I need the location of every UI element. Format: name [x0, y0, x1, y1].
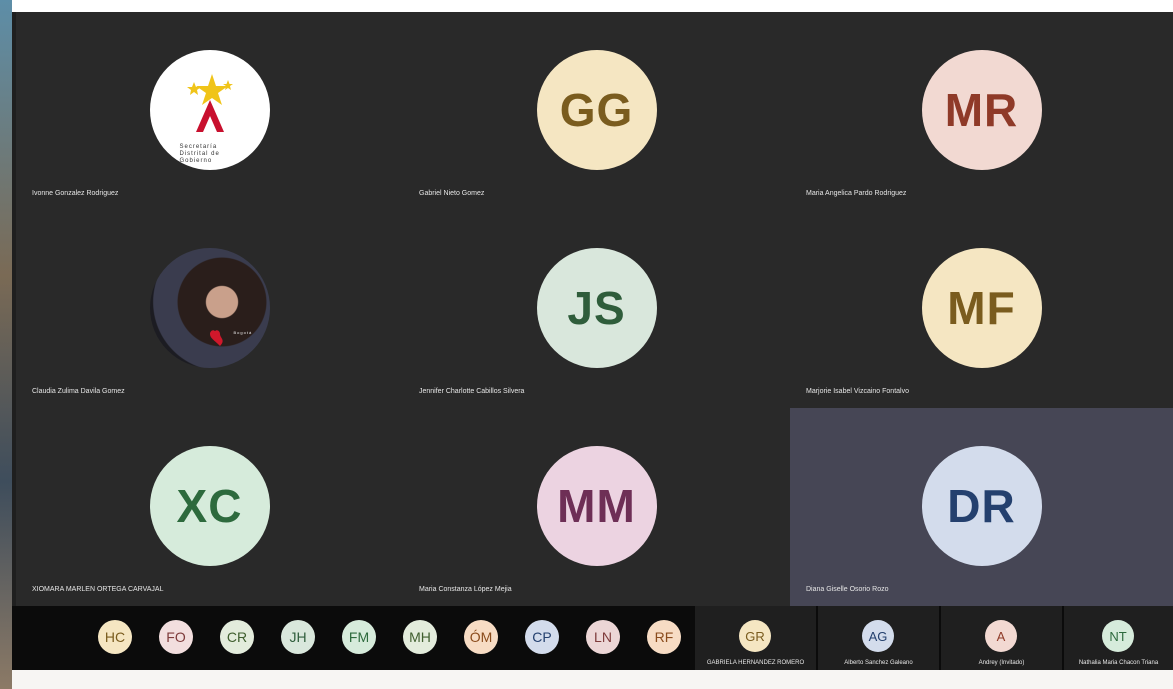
overflow-avatar[interactable]: FO: [159, 620, 193, 654]
thumbnail-avatar: A: [985, 620, 1017, 652]
participant-strip: HC FO CR JH FM MH ÓM CP LN RF GR GABRIEL…: [12, 606, 1173, 670]
overflow-avatar[interactable]: JH: [281, 620, 315, 654]
thumbnail-name: Alberto Sanchez Galeano: [844, 660, 913, 666]
overflow-avatar[interactable]: FM: [342, 620, 376, 654]
participant-name: Ivonne Gonzalez Rodriguez: [32, 190, 119, 197]
initials-avatar: DR: [921, 446, 1042, 566]
logo-caption: Secretaría Distrital de Gobierno: [179, 144, 220, 164]
participant-tile[interactable]: JS Jennifer Charlotte Cabillos Silvera: [403, 210, 790, 408]
organization-logo-avatar: Secretaría Distrital de Gobierno: [149, 50, 270, 170]
desktop-background-edge: [0, 0, 12, 689]
participant-name: Diana Giselle Osorio Rozo: [806, 586, 889, 593]
participant-thumbnail[interactable]: GR GABRIELA HERNANDEZ ROMERO: [695, 606, 816, 670]
thumbnail-name: Andrey (Invitado): [978, 660, 1025, 666]
initials-avatar: JS: [536, 248, 657, 368]
thumbnail-name: GABRIELA HERNANDEZ ROMERO: [706, 660, 805, 666]
thumbnail-avatar: GR: [739, 620, 771, 652]
thumbnail-name: Nathalia Maria Chacon Triana: [1078, 660, 1159, 666]
overflow-avatar[interactable]: RF: [647, 620, 681, 654]
participant-name: Maria Constanza López Mejia: [419, 586, 512, 593]
active-speaker-tile[interactable]: DR Diana Giselle Osorio Rozo: [790, 408, 1173, 606]
photo-heart-icon: [209, 330, 223, 346]
initials-avatar: XC: [149, 446, 270, 566]
participant-name: Marjorie Isabel Vizcaino Fontalvo: [806, 388, 909, 395]
participant-name: Maria Angelica Pardo Rodriguez: [806, 190, 907, 197]
participant-name: Claudia Zulima Davila Gomez: [32, 388, 125, 395]
thumbnail-avatar: AG: [862, 620, 894, 652]
overflow-avatar[interactable]: CP: [525, 620, 559, 654]
overflow-avatar[interactable]: LN: [586, 620, 620, 654]
participant-tile[interactable]: Secretaría Distrital de Gobierno Ivonne …: [16, 12, 403, 210]
participant-tile[interactable]: MF Marjorie Isabel Vizcaino Fontalvo: [790, 210, 1173, 408]
participant-tile[interactable]: MM Maria Constanza López Mejia: [403, 408, 790, 606]
overflow-avatar[interactable]: CR: [220, 620, 254, 654]
video-grid: Secretaría Distrital de Gobierno Ivonne …: [12, 12, 1173, 606]
initials-avatar: MR: [921, 50, 1042, 170]
window-bottom-edge: [12, 670, 1173, 689]
participant-tile[interactable]: XC XIOMARA MARLEN ORTEGA CARVAJAL: [16, 408, 403, 606]
initials-avatar: MM: [536, 446, 657, 566]
participant-name: Jennifer Charlotte Cabillos Silvera: [419, 388, 525, 395]
thumbnail-avatar: NT: [1102, 620, 1134, 652]
participant-thumbnail[interactable]: NT Nathalia Maria Chacon Triana: [1064, 606, 1173, 670]
participant-tile[interactable]: Bogotá Claudia Zulima Davila Gomez: [16, 210, 403, 408]
photo-caption: Bogotá: [233, 330, 253, 335]
participant-name: XIOMARA MARLEN ORTEGA CARVAJAL: [32, 586, 164, 593]
participant-tile[interactable]: MR Maria Angelica Pardo Rodriguez: [790, 12, 1173, 210]
initials-avatar: GG: [536, 50, 657, 170]
window-top-edge: [12, 0, 1173, 12]
profile-photo-avatar: Bogotá: [149, 248, 270, 368]
participant-thumbnail[interactable]: A Andrey (Invitado): [941, 606, 1062, 670]
participant-thumbnail[interactable]: AG Alberto Sanchez Galeano: [818, 606, 939, 670]
initials-avatar: MF: [921, 248, 1042, 368]
participant-name: Gabriel Nieto Gomez: [419, 190, 485, 197]
overflow-avatar[interactable]: HC: [98, 620, 132, 654]
participant-tile[interactable]: GG Gabriel Nieto Gomez: [403, 12, 790, 210]
overflow-avatar[interactable]: ÓM: [464, 620, 498, 654]
overflow-avatar[interactable]: MH: [403, 620, 437, 654]
